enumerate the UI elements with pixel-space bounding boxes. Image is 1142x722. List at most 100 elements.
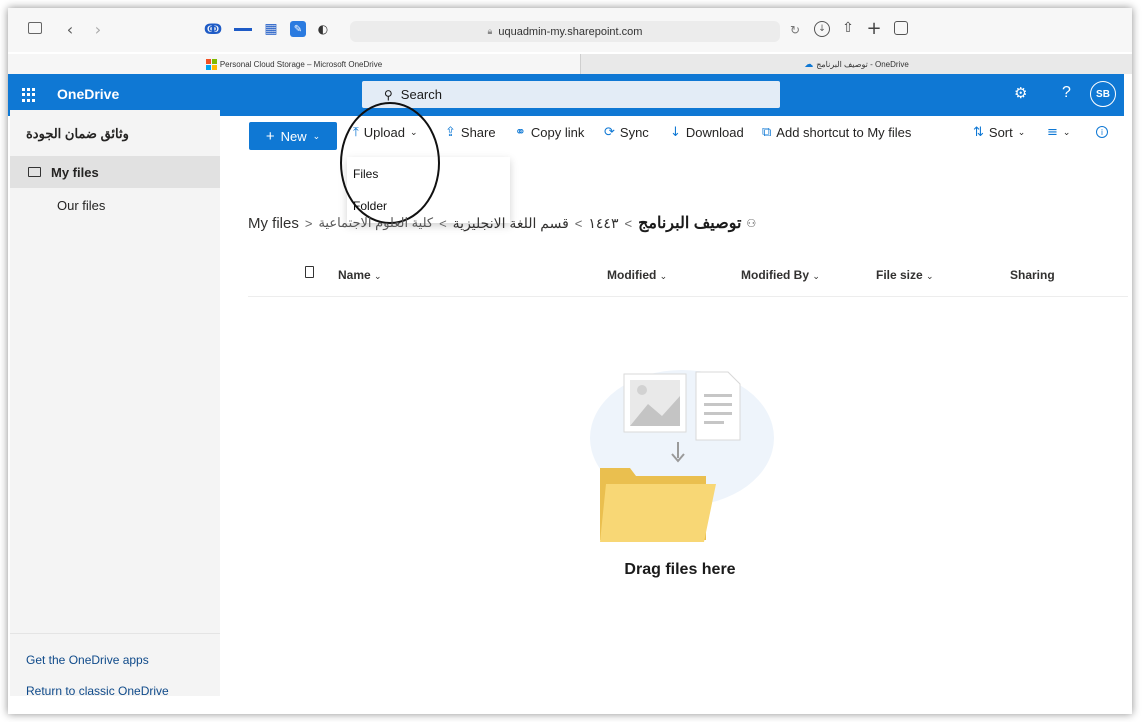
- qr-code-icon[interactable]: ▦: [262, 20, 280, 38]
- sidebar-item-label: My files: [51, 164, 99, 180]
- download-button[interactable]: ↓ Download: [670, 116, 744, 148]
- get-apps-link[interactable]: Get the OneDrive apps: [26, 653, 149, 667]
- empty-state-message: Drag files here: [624, 561, 736, 578]
- site-title: وثائق ضمان الجودة: [26, 126, 129, 141]
- chevron-down-icon: ⌄: [312, 130, 321, 141]
- breadcrumb-item-year[interactable]: ١٤٤٣: [588, 215, 618, 232]
- details-pane-button[interactable]: i: [1096, 116, 1113, 148]
- folder-icon: [28, 167, 41, 177]
- column-header-name[interactable]: Name ⌄: [338, 268, 382, 282]
- classic-onedrive-link[interactable]: Return to classic OneDrive: [26, 684, 169, 698]
- image-icon: [623, 373, 687, 433]
- share-button[interactable]: ⇪ Share: [445, 116, 496, 148]
- column-label: Name: [338, 268, 371, 282]
- plus-icon: +: [265, 127, 275, 145]
- cloud-icon: ☁: [804, 58, 814, 69]
- sync-icon: ⟳: [604, 124, 615, 140]
- browser-toolbar: ‹ › ↂ ▦ ✎ ◐ 🔒︎ uquadmin-my.sharepoint.co…: [8, 8, 1132, 52]
- tab-strip: Personal Cloud Storage – Microsoft OneDr…: [8, 54, 1132, 74]
- help-icon[interactable]: ?: [1062, 84, 1071, 102]
- sync-label: Sync: [619, 124, 649, 140]
- extension-icon[interactable]: ↂ: [204, 22, 222, 38]
- address-bar[interactable]: 🔒︎ uquadmin-my.sharepoint.com: [350, 21, 780, 42]
- breadcrumb-item-current: توصيف البرنامج: [638, 215, 742, 232]
- settings-icon[interactable]: ⚙: [1014, 84, 1027, 102]
- download-label: Download: [685, 124, 744, 140]
- file-list-header: Name ⌄ Modified ⌄ Modified By ⌄ File siz…: [248, 256, 1128, 297]
- shield-icon[interactable]: ◐: [316, 21, 330, 37]
- column-label: File size: [876, 268, 923, 282]
- chevron-right-icon: >: [304, 215, 313, 231]
- add-shortcut-label: Add shortcut to My files: [776, 124, 912, 140]
- share-icon: ⇪: [445, 124, 456, 140]
- url-text: uquadmin-my.sharepoint.com: [498, 25, 643, 38]
- sidebar-item-label: Our files: [57, 197, 106, 213]
- divider: [10, 633, 220, 634]
- search-placeholder: Search: [400, 87, 442, 102]
- sort-icon: ⇅: [973, 124, 984, 140]
- file-type-icon[interactable]: [305, 266, 314, 278]
- app-launcher-icon[interactable]: [22, 88, 36, 102]
- tab-overview-icon[interactable]: [894, 21, 908, 35]
- list-view-icon: ≡: [1047, 124, 1058, 140]
- breadcrumb-item-my-files[interactable]: My files: [248, 215, 299, 232]
- search-icon: ⚲: [384, 87, 393, 102]
- sidebar-item-my-files[interactable]: My files: [10, 156, 220, 188]
- share-label: Share: [460, 124, 496, 140]
- column-label: Modified: [607, 268, 657, 282]
- minus-extension-icon[interactable]: [234, 28, 252, 31]
- chevron-right-icon: <: [624, 215, 633, 231]
- chevron-down-icon: ⌄: [1062, 126, 1071, 137]
- reload-icon[interactable]: ↻: [788, 22, 802, 38]
- column-label: Modified By: [741, 268, 809, 282]
- empty-folder-illustration-svg: [590, 370, 774, 542]
- column-header-modified[interactable]: Modified ⌄: [607, 268, 667, 282]
- share-sheet-icon[interactable]: ⇧: [840, 18, 856, 38]
- chevron-right-icon: <: [439, 215, 447, 231]
- new-label: New: [280, 128, 307, 144]
- empty-folder-illustration: [578, 358, 778, 548]
- app-title[interactable]: OneDrive: [57, 86, 119, 102]
- column-header-file-size[interactable]: File size ⌄: [876, 268, 934, 282]
- new-button[interactable]: + New ⌄: [249, 122, 337, 150]
- chevron-down-icon: ⌄: [1017, 126, 1026, 137]
- tab-label: Personal Cloud Storage – Microsoft OneDr…: [219, 59, 383, 69]
- chevron-right-icon: <: [574, 215, 583, 231]
- tab-onedrive-program[interactable]: ☁ توصيف البرنامج - OneDrive: [581, 54, 1132, 74]
- breadcrumb-item-department[interactable]: قسم اللغة الانجليزية: [453, 215, 569, 232]
- annotation-circle: [340, 102, 440, 224]
- column-label: Sharing: [1010, 268, 1055, 282]
- shortcut-icon: ⧉: [762, 124, 772, 140]
- column-header-sharing[interactable]: Sharing: [1010, 268, 1055, 282]
- back-icon[interactable]: ‹: [62, 20, 78, 39]
- download-icon: ↓: [670, 124, 681, 140]
- info-icon: i: [1096, 126, 1108, 138]
- sort-button[interactable]: ⇅ Sort ⌄: [973, 116, 1025, 148]
- document-icon: [695, 371, 741, 441]
- search-box[interactable]: ⚲ Search: [362, 81, 780, 108]
- tab-label: توصيف البرنامج - OneDrive: [816, 59, 909, 69]
- sidebar-item-our-files[interactable]: Our files: [10, 189, 220, 221]
- add-shortcut-button[interactable]: ⧉ Add shortcut to My files: [762, 116, 911, 148]
- folder-icon: [600, 468, 716, 542]
- breadcrumb: My files > كلية العلوم الاجتماعية < قسم …: [248, 211, 756, 235]
- column-header-modified-by[interactable]: Modified By ⌄: [741, 268, 820, 282]
- link-icon: ⚭: [515, 124, 526, 140]
- new-tab-icon[interactable]: +: [866, 18, 882, 39]
- shared-people-icon: ⚇: [746, 217, 757, 230]
- copy-link-label: Copy link: [530, 124, 585, 140]
- lock-icon: 🔒︎: [487, 26, 493, 36]
- left-navigation: وثائق ضمان الجودة My files Our files Get…: [10, 110, 220, 698]
- sort-label: Sort: [988, 124, 1013, 140]
- edit-extension-icon[interactable]: ✎: [290, 21, 306, 37]
- view-options-button[interactable]: ≡ ⌄: [1047, 116, 1070, 148]
- avatar[interactable]: SB: [1090, 81, 1116, 107]
- sync-button[interactable]: ⟳ Sync: [604, 116, 649, 148]
- microsoft-logo-icon: [205, 58, 217, 70]
- copy-link-button[interactable]: ⚭ Copy link: [515, 116, 584, 148]
- tab-personal-cloud-storage[interactable]: Personal Cloud Storage – Microsoft OneDr…: [8, 54, 581, 74]
- forward-icon[interactable]: ›: [90, 20, 106, 39]
- download-circle-icon[interactable]: ↓: [814, 21, 830, 37]
- sidebar-toggle-icon[interactable]: [28, 22, 42, 34]
- breadcrumb-item-college[interactable]: كلية العلوم الاجتماعية: [318, 215, 433, 231]
